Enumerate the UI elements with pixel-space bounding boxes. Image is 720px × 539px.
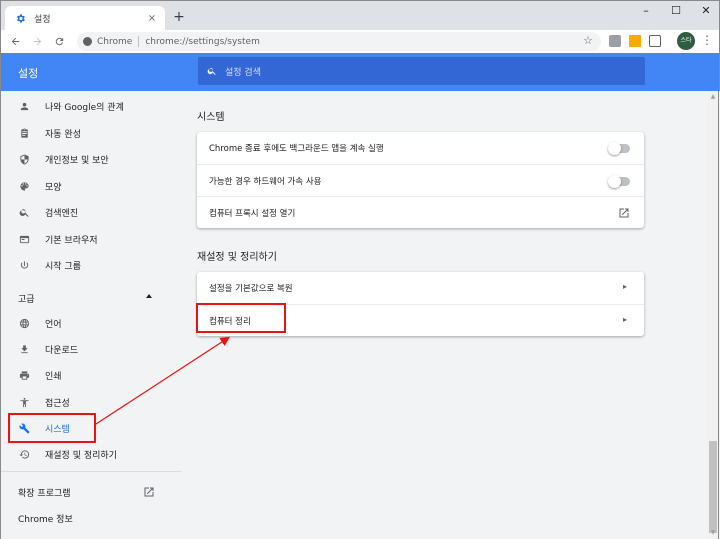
url-text: chrome://settings/system xyxy=(145,36,260,47)
proxy-settings-row[interactable]: 컴퓨터 프록시 설정 열기 xyxy=(197,196,644,228)
chrome-logo-icon xyxy=(83,37,92,46)
sidebar-item-about[interactable]: Chrome 정보 xyxy=(18,512,73,525)
advanced-section-label[interactable]: 고급 xyxy=(18,292,35,305)
sidebar-item-label: 인쇄 xyxy=(45,371,62,382)
scrollbar[interactable]: ▲ ▼ xyxy=(707,91,719,539)
sidebar-item-startup[interactable]: 시작 그룹 xyxy=(1,253,181,277)
clipboard-icon xyxy=(18,127,30,139)
arrow-left-icon xyxy=(11,37,19,46)
sidebar-item-extensions[interactable]: 확장 프로그램 xyxy=(18,486,71,499)
highlight-box-cleanup xyxy=(196,303,286,333)
row-label: 가능한 경우 하드웨어 가속 사용 xyxy=(209,176,322,187)
row-label: Chrome 종료 후에도 백그라운드 앱을 계속 실행 xyxy=(209,144,384,154)
sidebar-item-autofill[interactable]: 자동 완성 xyxy=(1,121,181,145)
row-label: 컴퓨터 프록시 설정 열기 xyxy=(209,208,296,219)
search-input[interactable]: 설정 검색 xyxy=(198,57,645,85)
sidebar-item-label: 검색엔진 xyxy=(45,208,79,219)
shield-icon xyxy=(18,153,30,165)
menu-dots-icon[interactable]: ⋮ xyxy=(701,33,713,47)
sidebar-item-label: 다운로드 xyxy=(45,345,79,356)
sidebar-item-default-browser[interactable]: 기본 브라우저 xyxy=(1,227,181,251)
sidebar-item-accessibility[interactable]: 접근성 xyxy=(1,390,181,414)
tab-title: 설정 xyxy=(34,15,51,25)
gear-icon xyxy=(15,13,26,24)
scroll-thumb[interactable] xyxy=(709,441,717,533)
bookmark-star-icon[interactable]: ☆ xyxy=(583,34,593,47)
arrow-right-icon xyxy=(33,37,41,46)
reload-icon xyxy=(55,37,63,46)
sidebar-item-label: 기본 브라우저 xyxy=(45,235,98,246)
search-icon xyxy=(207,68,216,75)
person-icon xyxy=(18,100,30,112)
sidebar-divider xyxy=(1,471,181,472)
tab-settings[interactable]: 설정 × xyxy=(5,6,165,31)
accessibility-icon xyxy=(18,396,30,408)
new-tab-button[interactable]: + xyxy=(172,10,186,24)
sidebar-item-label: 시작 그룹 xyxy=(45,261,81,272)
close-window-button[interactable]: ✕ xyxy=(691,4,720,18)
back-button[interactable] xyxy=(4,31,26,53)
highlight-box-system xyxy=(8,413,96,443)
sidebar-item-google[interactable]: 나와 Google의 관계 xyxy=(1,94,181,118)
palette-icon xyxy=(18,180,30,192)
toggle-knob xyxy=(608,175,621,188)
sidebar-item-label: 모양 xyxy=(45,182,62,193)
reload-button[interactable] xyxy=(48,31,70,53)
hardware-acceleration-row[interactable]: 가능한 경우 하드웨어 가속 사용 xyxy=(197,164,644,196)
arrow-right-icon: ▸ xyxy=(622,282,627,291)
system-card: Chrome 종료 후에도 백그라운드 앱을 계속 실행 가능한 경우 하드웨어… xyxy=(197,132,644,228)
chevron-up-icon[interactable] xyxy=(146,294,152,298)
scroll-down-icon[interactable]: ▼ xyxy=(709,529,717,537)
sidebar-item-language[interactable]: 언어 xyxy=(1,311,181,335)
external-link-icon xyxy=(619,208,629,218)
sidebar-item-appearance[interactable]: 모양 xyxy=(1,174,181,198)
browser-icon xyxy=(18,233,30,245)
section-title-reset: 재설정 및 정리하기 xyxy=(197,252,277,263)
power-icon xyxy=(18,259,30,271)
sidebar: 나와 Google의 관계 자동 완성 개인정보 및 보안 모양 검색엔진 기본… xyxy=(0,91,181,539)
background-apps-toggle[interactable] xyxy=(608,142,630,155)
sidebar-item-label: 자동 완성 xyxy=(45,129,81,140)
sidebar-item-label: 나와 Google의 관계 xyxy=(45,102,124,113)
omnibox-chip: Chrome xyxy=(97,36,133,47)
extension-1-icon[interactable] xyxy=(609,35,621,47)
sidebar-item-reset[interactable]: 재설정 및 정리하기 xyxy=(1,442,181,466)
external-link-icon[interactable] xyxy=(143,486,155,498)
page-title: 설정 xyxy=(18,67,39,80)
browser-toolbar: Chrome chrome://settings/system ☆ 스타 ⋮ xyxy=(0,30,720,53)
folder-icon[interactable] xyxy=(629,35,641,47)
print-icon xyxy=(18,369,30,381)
sidebar-item-search-engine[interactable]: 검색엔진 xyxy=(1,200,181,224)
sidebar-item-print[interactable]: 인쇄 xyxy=(1,363,181,387)
sidebar-item-privacy[interactable]: 개인정보 및 보안 xyxy=(1,147,181,171)
search-icon xyxy=(18,206,30,218)
extension-3-icon[interactable] xyxy=(649,35,661,47)
arrow-right-icon: ▸ xyxy=(622,315,627,324)
section-title-system: 시스템 xyxy=(197,112,225,123)
address-bar[interactable]: Chrome chrome://settings/system ☆ xyxy=(77,32,601,51)
tab-close-button[interactable]: × xyxy=(145,12,159,26)
sidebar-item-label: 재설정 및 정리하기 xyxy=(45,450,117,461)
background-apps-row[interactable]: Chrome 종료 후에도 백그라운드 앱을 계속 실행 xyxy=(197,132,644,164)
settings-header: 설정 설정 검색 xyxy=(0,53,720,91)
forward-button[interactable] xyxy=(26,31,48,53)
tab-strip: 설정 × + – ☐ ✕ xyxy=(0,0,720,31)
sidebar-item-downloads[interactable]: 다운로드 xyxy=(1,337,181,361)
minimize-button[interactable]: – xyxy=(631,4,661,18)
restore-icon xyxy=(18,448,30,460)
omnibox-separator xyxy=(138,36,140,47)
search-placeholder: 설정 검색 xyxy=(225,67,261,78)
globe-icon xyxy=(18,317,30,329)
download-icon xyxy=(18,343,30,355)
scroll-up-icon[interactable]: ▲ xyxy=(709,93,717,101)
sidebar-item-label: 언어 xyxy=(45,319,62,330)
restore-defaults-row[interactable]: 설정을 기본값으로 복원 ▸ xyxy=(197,272,644,304)
toggle-knob xyxy=(608,142,621,155)
row-label: 설정을 기본값으로 복원 xyxy=(209,284,293,294)
maximize-button[interactable]: ☐ xyxy=(661,4,691,18)
sidebar-item-label: 접근성 xyxy=(45,398,70,409)
hardware-acceleration-toggle[interactable] xyxy=(608,175,630,188)
avatar[interactable]: 스타 xyxy=(677,32,695,50)
sidebar-item-label: 개인정보 및 보안 xyxy=(45,155,109,166)
